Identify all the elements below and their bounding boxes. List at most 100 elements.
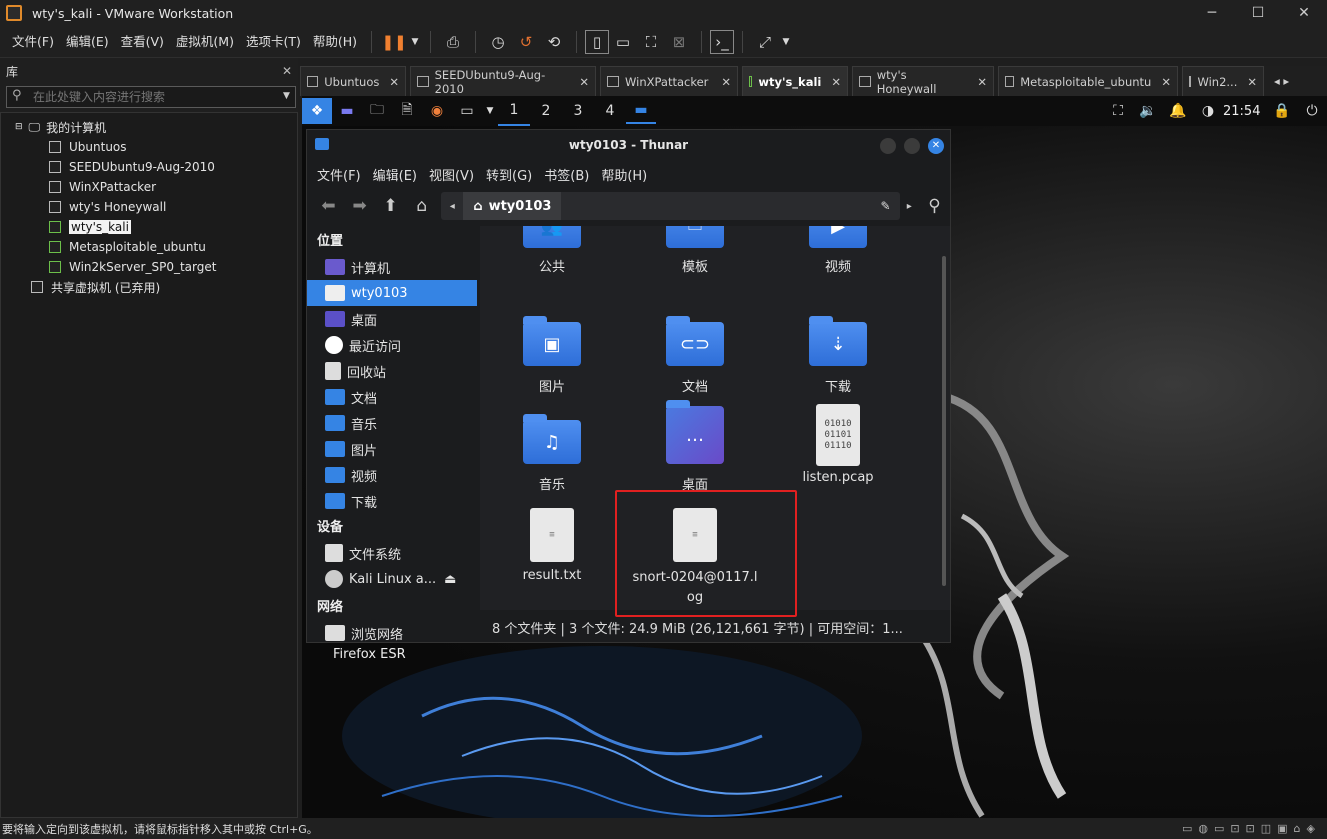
- snapshot-icon[interactable]: ◷: [484, 28, 512, 56]
- folder-item[interactable]: ⊂⊃ 文档: [630, 316, 760, 395]
- maximize-button[interactable]: ☐: [1235, 0, 1281, 26]
- menu-vm[interactable]: 虚拟机(M): [170, 26, 240, 58]
- workspace-2[interactable]: 2: [530, 96, 562, 126]
- menu-help[interactable]: 帮助(H): [307, 26, 363, 58]
- file-item[interactable]: 01010 01101 01110 listen.pcap: [773, 404, 903, 485]
- sidebar-item-videos[interactable]: 视频: [307, 462, 477, 488]
- unity-icon[interactable]: ⊠: [665, 28, 693, 56]
- snapshot-manager-icon[interactable]: ⟲: [540, 28, 568, 56]
- volume-icon[interactable]: 🔉: [1133, 98, 1163, 124]
- scrollbar[interactable]: [942, 256, 946, 586]
- close-icon[interactable]: ✕: [569, 75, 589, 89]
- tab-metasploitable[interactable]: Metasploitable_ubuntu ✕: [998, 66, 1178, 96]
- sidebar-item-downloads[interactable]: 下载: [307, 488, 477, 514]
- sidebar-item-filesystem[interactable]: 文件系统: [307, 540, 477, 566]
- thunar-menu-edit[interactable]: 编辑(E): [367, 165, 423, 184]
- folder-item[interactable]: ▣ 图片: [487, 316, 617, 395]
- firefox-desktop-label[interactable]: Firefox ESR: [333, 647, 406, 662]
- terminal-icon[interactable]: ▭: [452, 98, 482, 124]
- close-icon[interactable]: ✕: [282, 64, 292, 78]
- tab-seedubuntu[interactable]: SEEDUbuntu9-Aug-2010 ✕: [410, 66, 596, 96]
- tree-my-computer[interactable]: ⊟ 🖵 我的计算机: [15, 117, 106, 137]
- notification-bell-icon[interactable]: 🔔: [1163, 98, 1193, 124]
- sidebar-item-trash[interactable]: 回收站: [307, 358, 477, 384]
- edit-path-icon[interactable]: ✎: [872, 199, 900, 213]
- tab-win2k[interactable]: Win2... ✕: [1182, 66, 1264, 96]
- fullscreen-icon[interactable]: ⛶: [637, 28, 665, 56]
- close-icon[interactable]: ✕: [379, 75, 399, 89]
- close-icon[interactable]: ✕: [967, 75, 987, 89]
- pause-icon[interactable]: ❚❚: [380, 28, 408, 56]
- tree-vm-item-selected[interactable]: wty's_kali: [49, 217, 131, 237]
- tab-ubuntuos[interactable]: Ubuntuos ✕: [300, 66, 406, 96]
- minimize-button[interactable]: ─: [1189, 0, 1235, 26]
- tree-vm-item[interactable]: SEEDUbuntu9-Aug-2010: [49, 157, 215, 177]
- thunar-menu-file[interactable]: 文件(F): [311, 165, 367, 184]
- home-icon[interactable]: ⌂: [406, 191, 437, 221]
- console-icon[interactable]: ›_: [710, 29, 735, 54]
- search-icon[interactable]: ⚲: [919, 191, 950, 221]
- close-icon[interactable]: ✕: [821, 75, 841, 89]
- sidebar-item-music[interactable]: 音乐: [307, 410, 477, 436]
- menu-view[interactable]: 查看(V): [115, 26, 170, 58]
- chevron-down-icon[interactable]: ▼: [283, 91, 290, 101]
- folder-item[interactable]: ▶ 视频: [773, 226, 903, 275]
- maximize-button[interactable]: [904, 138, 920, 154]
- workspace-4[interactable]: 4: [594, 96, 626, 126]
- show-desktop-icon[interactable]: ▬: [332, 98, 362, 124]
- menu-file[interactable]: 文件(F): [6, 26, 60, 58]
- workspace-3[interactable]: 3: [562, 96, 594, 126]
- folder-item[interactable]: 🗋 模板: [630, 226, 760, 275]
- chevron-down-icon[interactable]: ▼: [482, 98, 498, 124]
- kali-menu-icon[interactable]: ❖: [302, 98, 332, 124]
- sidebar-item-kali-cdrom[interactable]: Kali Linux a... ⏏: [307, 566, 477, 592]
- tree-shared-vms[interactable]: 共享虚拟机 (已弃用): [31, 277, 160, 297]
- sidebar-item-documents[interactable]: 文档: [307, 384, 477, 410]
- menu-tabs[interactable]: 选项卡(T): [240, 26, 307, 58]
- revert-snapshot-icon[interactable]: ↺: [512, 28, 540, 56]
- close-button[interactable]: ✕: [928, 138, 944, 154]
- tab-scroll-arrows[interactable]: ◂ ▸: [1268, 66, 1308, 96]
- tree-vm-item[interactable]: Metasploitable_ubuntu: [49, 237, 206, 257]
- tree-vm-item[interactable]: Win2kServer_SP0_target: [49, 257, 216, 277]
- send-ctrl-alt-del-icon[interactable]: ⎙: [439, 28, 467, 56]
- close-icon[interactable]: ✕: [1237, 75, 1257, 89]
- folder-item[interactable]: ♫ 音乐: [487, 414, 617, 493]
- path-left-arrow-icon[interactable]: ◂: [441, 201, 463, 212]
- up-icon[interactable]: ⬆: [375, 191, 406, 221]
- lock-icon[interactable]: 🔒: [1267, 98, 1297, 124]
- library-view-icon[interactable]: ▯: [585, 29, 610, 54]
- network-icon[interactable]: ⛶: [1103, 98, 1133, 124]
- folder-item[interactable]: 👥 公共: [487, 226, 617, 275]
- forward-icon[interactable]: ➡: [344, 191, 375, 221]
- thunar-window-button[interactable]: ▬: [626, 98, 656, 124]
- close-button[interactable]: ✕: [1281, 0, 1327, 26]
- power-manager-icon[interactable]: ◑: [1193, 98, 1223, 124]
- stretch-icon[interactable]: ⤢: [751, 28, 779, 56]
- tree-vm-item[interactable]: wty's Honeywall: [49, 197, 166, 217]
- folder-item[interactable]: … 桌面: [630, 400, 760, 493]
- tree-vm-item[interactable]: Ubuntuos: [49, 137, 127, 157]
- location-bar[interactable]: ◂ ⌂ wty0103 ✎: [441, 192, 900, 220]
- panel-clock[interactable]: 21:54: [1223, 104, 1267, 119]
- tree-vm-item[interactable]: WinXPattacker: [49, 177, 156, 197]
- tab-wtys-kali[interactable]: wty's_kali ✕: [742, 66, 848, 96]
- eject-icon[interactable]: ⏏: [444, 572, 456, 587]
- firefox-icon[interactable]: ◉: [422, 98, 452, 124]
- chevron-down-icon[interactable]: ▼: [779, 28, 793, 56]
- thunar-menu-bookmarks[interactable]: 书签(B): [538, 165, 595, 184]
- sidebar-item-home[interactable]: wty0103: [307, 280, 477, 306]
- tab-winxpattacker[interactable]: WinXPattacker ✕: [600, 66, 738, 96]
- path-segment-home[interactable]: ⌂ wty0103: [463, 192, 562, 220]
- thunar-menu-view[interactable]: 视图(V): [423, 165, 480, 184]
- thumbnail-view-icon[interactable]: ▭: [609, 28, 637, 56]
- workspace-1[interactable]: 1: [498, 96, 530, 126]
- menu-edit[interactable]: 编辑(E): [60, 26, 115, 58]
- thunar-menu-go[interactable]: 转到(G): [480, 165, 538, 184]
- file-manager-icon[interactable]: 🗀: [362, 98, 392, 124]
- close-icon[interactable]: ✕: [1151, 75, 1171, 89]
- path-right-arrow-icon[interactable]: ▸: [900, 191, 919, 221]
- chevron-down-icon[interactable]: ▼: [408, 28, 422, 56]
- device-icons[interactable]: ▭◍▭⊡⊡◫▣⌂◈: [1182, 822, 1327, 835]
- text-editor-icon[interactable]: 🗎: [392, 98, 422, 124]
